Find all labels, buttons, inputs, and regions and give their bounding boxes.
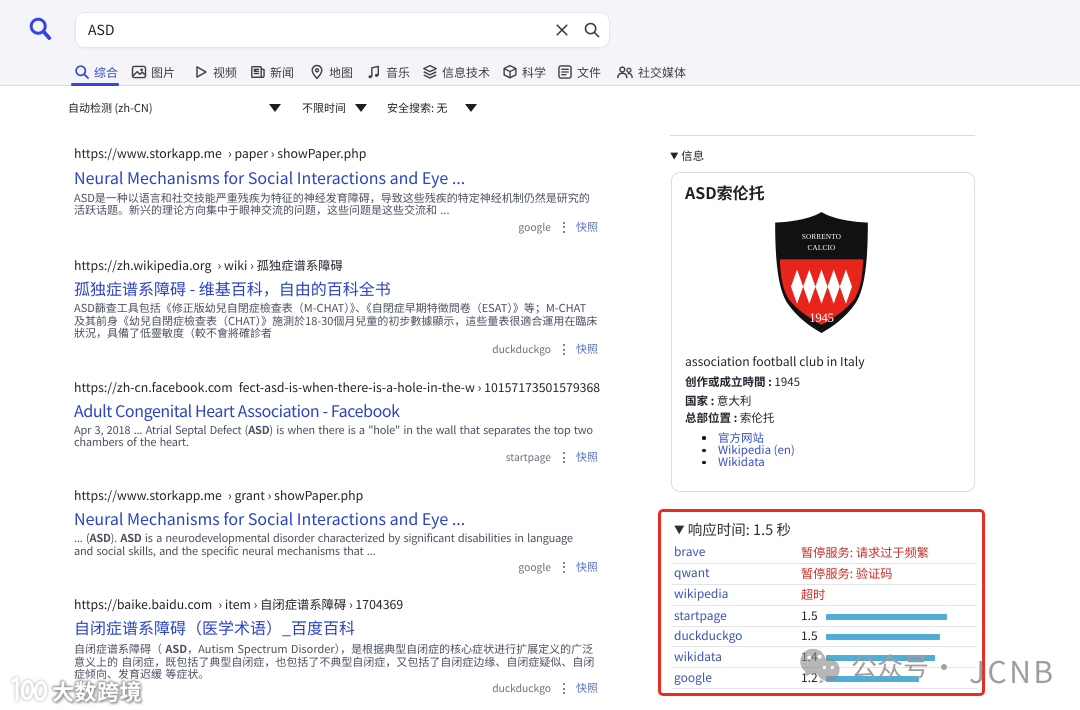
svg-text:SORRENTO: SORRENTO: [802, 233, 841, 241]
svg-text:CALCIO: CALCIO: [808, 244, 836, 252]
svg-text:1945: 1945: [809, 311, 833, 325]
